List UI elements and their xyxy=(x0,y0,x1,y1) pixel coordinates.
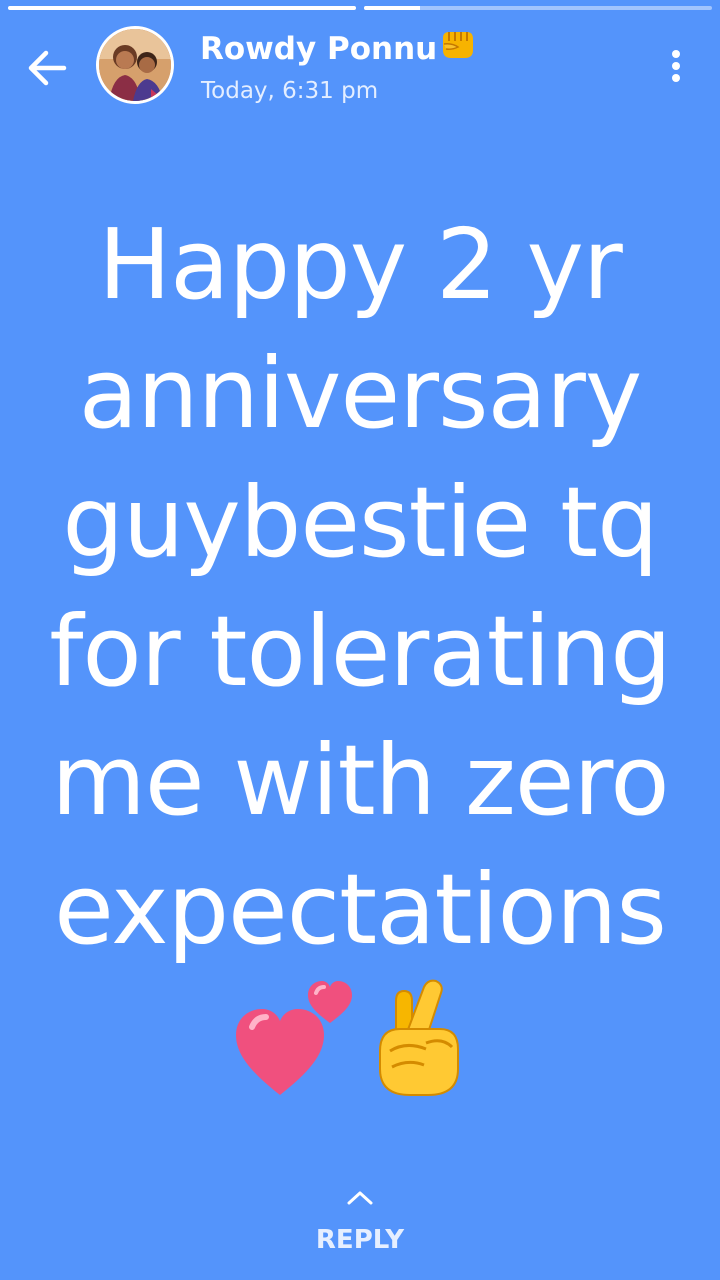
oncoming-fist-icon xyxy=(443,32,474,58)
story-text-line: anniversary xyxy=(78,337,643,450)
story-timestamp: Today, 6:31 pm xyxy=(201,78,379,104)
story-emoji-row xyxy=(0,965,720,1105)
contact-name-text: Rowdy Ponnu xyxy=(200,31,438,67)
back-button[interactable] xyxy=(22,42,74,94)
more-vertical-icon xyxy=(672,50,680,82)
story-text: Happy 2 yr anniversary guybestie tq for … xyxy=(0,200,720,974)
story-text-line: Happy 2 yr xyxy=(98,208,623,321)
story-text-line: me with zero xyxy=(51,724,669,837)
avatar[interactable] xyxy=(96,26,174,104)
story-text-line: guybestie tq xyxy=(62,466,658,579)
reply-button[interactable]: REPLY xyxy=(300,1188,420,1268)
contact-name[interactable]: Rowdy Ponnu xyxy=(200,28,476,69)
reply-label: REPLY xyxy=(315,1225,405,1255)
back-arrow-icon xyxy=(28,50,67,86)
progress-segment-completed xyxy=(8,6,356,10)
chevron-up-icon xyxy=(347,1191,373,1205)
two-hearts-icon xyxy=(236,981,352,1095)
progress-segment-current-fill xyxy=(364,6,420,10)
more-options-button[interactable] xyxy=(660,46,692,90)
story-progress-bar xyxy=(0,6,720,11)
progress-segment-current xyxy=(364,6,712,10)
story-text-line: expectations xyxy=(54,853,667,966)
crossed-fingers-icon xyxy=(379,979,459,1096)
story-text-line: for tolerating xyxy=(49,595,672,708)
